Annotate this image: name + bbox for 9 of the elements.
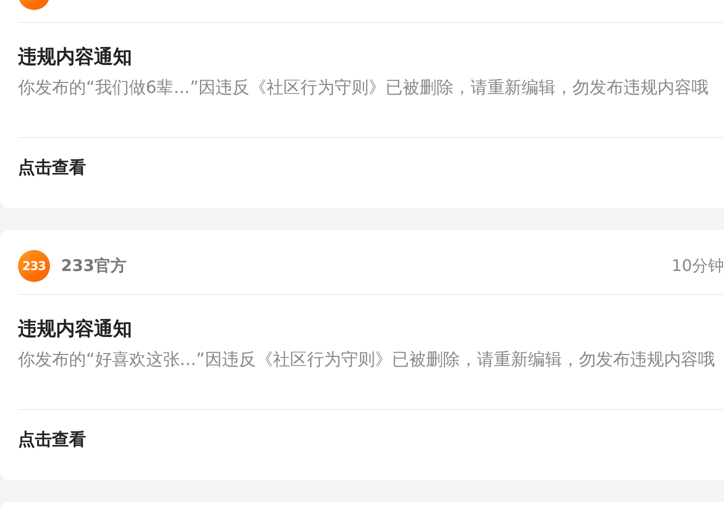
notification-title: 违规内容通知 xyxy=(18,317,133,341)
notification-message: 你发布的“好喜欢这张...”因违反《社区行为守则》已被删除，请重新编辑，勿发布违规内容哦 xyxy=(18,349,716,372)
timestamp: 10分钟 xyxy=(672,256,724,276)
notification-title: 违规内容通知 xyxy=(18,45,133,69)
avatar-icon: 233 xyxy=(18,250,50,282)
view-link[interactable]: 点击查看 xyxy=(18,137,724,180)
notification-message: 你发布的“我们做6辈...”因违反《社区行为守则》已被删除，请重新编辑，勿发布违规内容哦 xyxy=(18,77,710,100)
view-link[interactable]: 点击查看 xyxy=(18,409,724,452)
sender-name: 233官方 xyxy=(61,256,126,276)
